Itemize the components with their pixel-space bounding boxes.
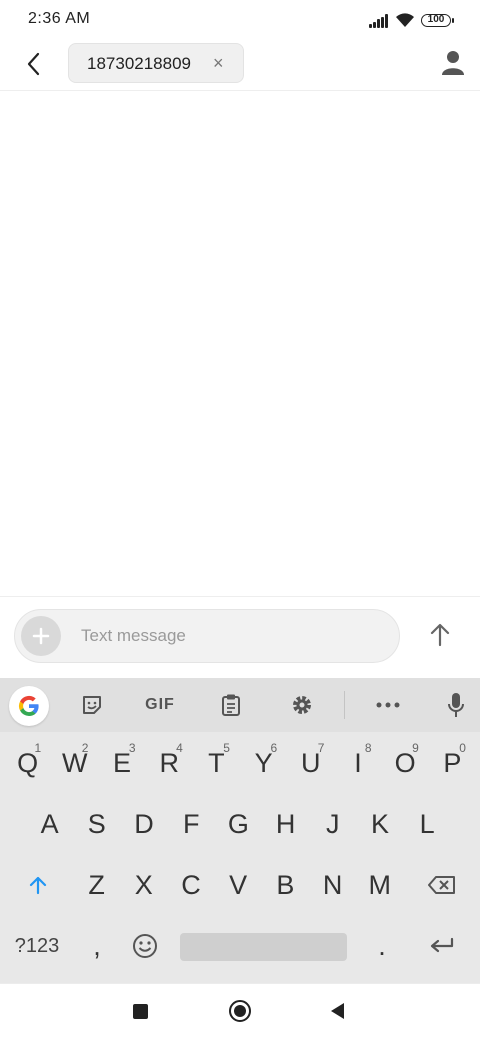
shift-icon[interactable] (14, 857, 62, 913)
sticker-icon[interactable] (70, 678, 114, 732)
key-label: D (134, 808, 154, 839)
key-k[interactable]: K (356, 796, 403, 852)
key-i[interactable]: I8 (334, 735, 381, 791)
message-list (0, 91, 480, 595)
nav-home-icon[interactable] (229, 1000, 251, 1022)
key-label: B (276, 869, 295, 900)
clipboard-icon[interactable] (209, 678, 253, 732)
gif-label: GIF (145, 696, 175, 713)
key-t[interactable]: T5 (193, 735, 240, 791)
key-h[interactable]: H (262, 796, 309, 852)
more-icon[interactable] (366, 678, 410, 732)
key-hint: 2 (81, 741, 89, 755)
nav-back-icon[interactable] (331, 1003, 344, 1019)
key-l[interactable]: L (404, 796, 451, 852)
key-f[interactable]: F (168, 796, 215, 852)
key-o[interactable]: O9 (382, 735, 429, 791)
message-input[interactable]: Text message (14, 609, 400, 663)
key-hint: 8 (364, 741, 372, 755)
key-label: S (87, 808, 106, 839)
key-label: L (419, 808, 435, 839)
key-label: C (181, 869, 201, 900)
key-label: H (275, 808, 296, 839)
key-label: J (326, 808, 340, 839)
status-time: 2:36 AM (28, 10, 91, 27)
status-bar: 2:36 AM 100 (0, 0, 480, 40)
key-label: V (229, 869, 248, 900)
key-j[interactable]: J (309, 796, 356, 852)
key-label: F (182, 808, 200, 839)
key-hint: 5 (223, 741, 230, 755)
key-hint: 0 (459, 741, 466, 755)
key-label: N (322, 869, 343, 900)
key-n[interactable]: N (309, 857, 356, 913)
key-label: Z (88, 869, 105, 900)
back-arrow-icon[interactable] (20, 50, 48, 78)
key-hint: 6 (270, 741, 278, 755)
toolbar-divider (344, 691, 345, 719)
battery-icon: 100 (421, 14, 454, 27)
mic-icon[interactable] (434, 678, 478, 732)
key-s[interactable]: S (73, 796, 120, 852)
key-hint: 4 (176, 741, 183, 755)
recipient-number: 18730218809 (87, 54, 192, 73)
key-u[interactable]: U7 (287, 735, 334, 791)
key-e[interactable]: E3 (98, 735, 145, 791)
recipient-chip[interactable]: 18730218809 × (68, 43, 244, 83)
key-hint: 1 (34, 741, 42, 755)
nav-recents-icon[interactable] (133, 1004, 148, 1019)
send-arrow-icon[interactable] (424, 618, 456, 652)
key-w[interactable]: W2 (51, 735, 98, 791)
key-label: T (208, 747, 225, 778)
key-y[interactable]: Y6 (240, 735, 287, 791)
key-label: X (134, 869, 153, 900)
key-hint: 9 (412, 741, 419, 755)
key-z[interactable]: Z (73, 857, 120, 913)
key-d[interactable]: D (120, 796, 167, 852)
comma-key[interactable]: , (78, 918, 116, 974)
battery-level: 100 (427, 14, 445, 25)
close-icon[interactable]: × (213, 53, 229, 73)
emoji-icon[interactable] (124, 918, 166, 974)
gif-button[interactable]: GIF (138, 678, 182, 732)
key-c[interactable]: C (167, 857, 214, 913)
signal-icon (369, 14, 389, 28)
key-label: A (40, 808, 59, 839)
period-key[interactable]: . (362, 918, 402, 974)
space-bar[interactable] (180, 933, 347, 961)
google-icon[interactable] (9, 686, 49, 726)
key-b[interactable]: B (262, 857, 309, 913)
key-q[interactable]: Q1 (4, 735, 51, 791)
key-label: I (354, 747, 362, 778)
message-placeholder: Text message (81, 626, 186, 645)
key-p[interactable]: P0 (429, 735, 476, 791)
enter-icon[interactable] (418, 918, 466, 974)
key-r[interactable]: R4 (146, 735, 193, 791)
key-v[interactable]: V (215, 857, 262, 913)
key-label: M (368, 869, 392, 900)
key-label: G (227, 808, 249, 839)
key-g[interactable]: G (215, 796, 262, 852)
key-label: K (370, 808, 389, 839)
gear-icon[interactable] (280, 678, 324, 732)
backspace-icon[interactable] (418, 857, 466, 913)
key-hint: 3 (128, 741, 136, 755)
symbols-key[interactable]: ?123 (8, 918, 66, 974)
wifi-icon (395, 12, 415, 28)
key-a[interactable]: A (26, 796, 73, 852)
contact-icon[interactable] (441, 50, 465, 76)
plus-icon[interactable] (21, 616, 61, 656)
key-hint: 7 (317, 741, 325, 755)
key-m[interactable]: M (356, 857, 403, 913)
key-x[interactable]: X (120, 857, 167, 913)
